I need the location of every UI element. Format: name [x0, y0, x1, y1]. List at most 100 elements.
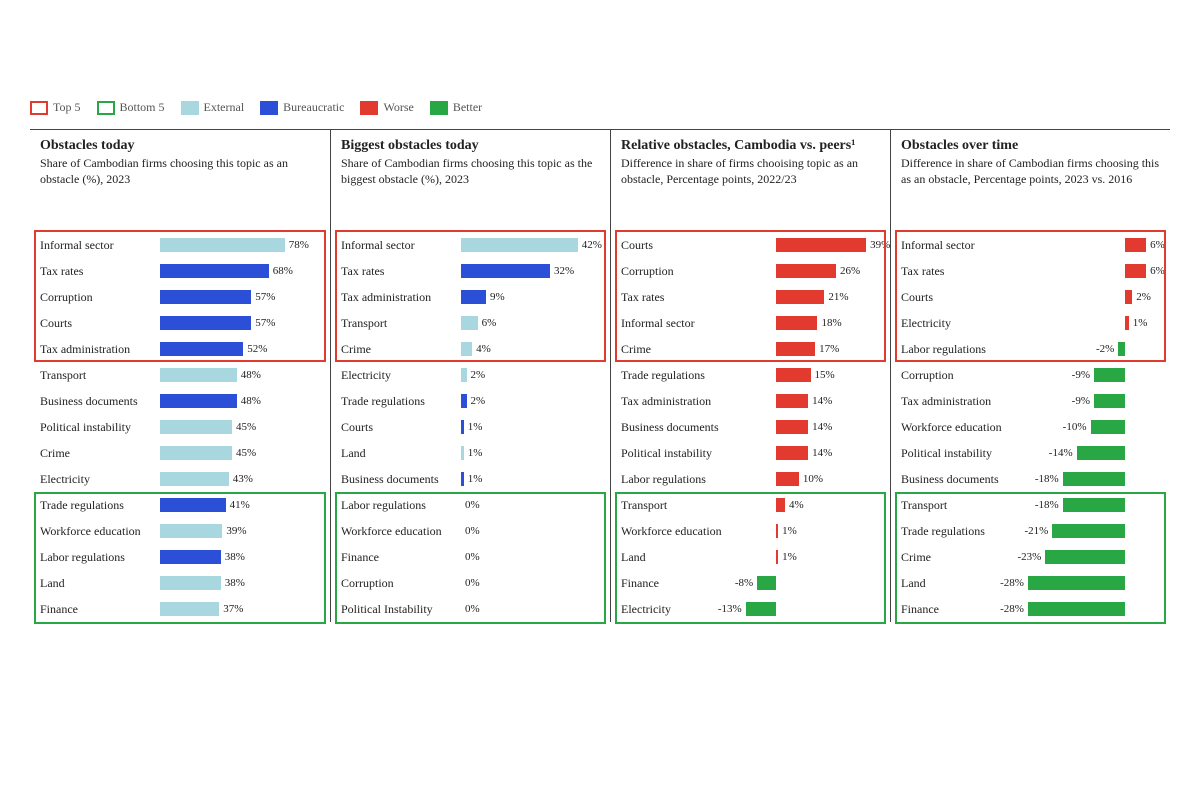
table-row: Tax administration-9% [901, 388, 1160, 414]
panel-title: Biggest obstacles today [341, 138, 600, 154]
value-label: 0% [465, 548, 480, 566]
row-label: Courts [40, 316, 160, 331]
value-label: 1% [468, 418, 483, 436]
value-label: 1% [782, 522, 797, 540]
bar-worse [1125, 316, 1128, 330]
value-label: 9% [490, 288, 505, 306]
table-row: Political Instability0% [341, 596, 600, 622]
row-label: Political instability [40, 420, 160, 435]
bar-bureaucratic [160, 290, 251, 304]
bar-track: 1% [461, 470, 600, 488]
bar-better [746, 602, 776, 616]
bar-track: 0% [461, 522, 600, 540]
bar-track: 0% [461, 496, 600, 514]
bar-bureaucratic [160, 550, 221, 564]
table-row: Trade regulations41% [40, 492, 320, 518]
value-label: -18% [1035, 470, 1059, 488]
table-row: Business documents48% [40, 388, 320, 414]
table-row: Courts39% [621, 232, 880, 258]
table-row: Trade regulations15% [621, 362, 880, 388]
value-label: 26% [840, 262, 860, 280]
bar-track: 38% [160, 574, 320, 592]
value-label: -8% [735, 574, 753, 592]
bar-external [461, 446, 464, 460]
panel-title: Obstacles today [40, 138, 320, 154]
bar-track: 18% [741, 314, 880, 332]
bar-track: 2% [1021, 288, 1160, 306]
table-row: Crime45% [40, 440, 320, 466]
panel-obstacles-today: Obstacles today Share of Cambodian firms… [30, 130, 330, 622]
value-label: 10% [803, 470, 823, 488]
table-row: Corruption0% [341, 570, 600, 596]
row-label: Trade regulations [901, 524, 1021, 539]
row-label: Informal sector [621, 316, 741, 331]
bar-track: 0% [461, 600, 600, 618]
panel-rows: Informal sector6%Tax rates6%Courts2%Elec… [901, 232, 1160, 622]
row-label: Courts [901, 290, 1021, 305]
row-label: Tax rates [40, 264, 160, 279]
row-label: Tax rates [621, 290, 741, 305]
bar-track: 26% [741, 262, 880, 280]
bar-track: -18% [1021, 470, 1160, 488]
bar-track: 6% [1021, 236, 1160, 254]
row-label: Finance [40, 602, 160, 617]
bar-track: 21% [741, 288, 880, 306]
row-label: Finance [341, 550, 461, 565]
panel-subtitle: Difference in share of firms chooising t… [621, 156, 880, 222]
value-label: 45% [236, 418, 256, 436]
bar-better [1091, 420, 1126, 434]
value-label: 48% [241, 366, 261, 384]
row-label: Informal sector [901, 238, 1021, 253]
legend-bureaucratic: Bureaucratic [260, 100, 344, 115]
table-row: Courts 1% [341, 414, 600, 440]
value-label: 14% [812, 418, 832, 436]
table-row: Corruption 57% [40, 284, 320, 310]
row-label: Corruption [40, 290, 160, 305]
value-label: 37% [223, 600, 243, 618]
row-label: Tax administration [40, 342, 160, 357]
table-row: Tax rates21% [621, 284, 880, 310]
row-label: Transport [341, 316, 461, 331]
bar-bureaucratic [160, 264, 269, 278]
value-label: -13% [718, 600, 742, 618]
row-label: Business documents [901, 472, 1021, 487]
bar-track: 1% [461, 444, 600, 462]
table-row: Tax rates68% [40, 258, 320, 284]
table-row: Crime17% [621, 336, 880, 362]
bar-track: -14% [1021, 444, 1160, 462]
bar-track: -28% [1021, 600, 1160, 618]
value-label: 38% [225, 548, 245, 566]
value-label: 57% [255, 288, 275, 306]
value-label: -14% [1049, 444, 1073, 462]
bar-bureaucratic [160, 342, 243, 356]
table-row: Workforce education1% [621, 518, 880, 544]
bar-bureaucratic [160, 498, 226, 512]
table-row: Electricity 43% [40, 466, 320, 492]
row-label: Finance [621, 576, 741, 591]
table-row: Tax rates32% [341, 258, 600, 284]
chart-canvas: Top 5 Bottom 5 External Bureaucratic Wor… [30, 100, 1170, 622]
value-label: 43% [233, 470, 253, 488]
bar-track: 52% [160, 340, 320, 358]
square-fill-icon [260, 101, 278, 115]
bar-bureaucratic [461, 264, 550, 278]
table-row: Electricity2% [341, 362, 600, 388]
legend-external: External [181, 100, 245, 115]
table-row: Electricity1% [901, 310, 1160, 336]
row-label: Electricity [40, 472, 160, 487]
bar-better [1028, 602, 1125, 616]
table-row: Labor regulations0% [341, 492, 600, 518]
value-label: 2% [471, 366, 486, 384]
value-label: 6% [1150, 236, 1165, 254]
row-label: Trade regulations [341, 394, 461, 409]
bar-worse [776, 316, 818, 330]
bar-track: 1% [741, 548, 880, 566]
row-label: Courts [341, 420, 461, 435]
panel-rows: Informal sector78%Tax rates68%Corruption… [40, 232, 320, 622]
row-label: Corruption [621, 264, 741, 279]
table-row: Corruption 26% [621, 258, 880, 284]
row-label: Tax rates [901, 264, 1021, 279]
bar-track: -2% [1021, 340, 1160, 358]
table-row: Political instability14% [621, 440, 880, 466]
legend-worse: Worse [360, 100, 413, 115]
